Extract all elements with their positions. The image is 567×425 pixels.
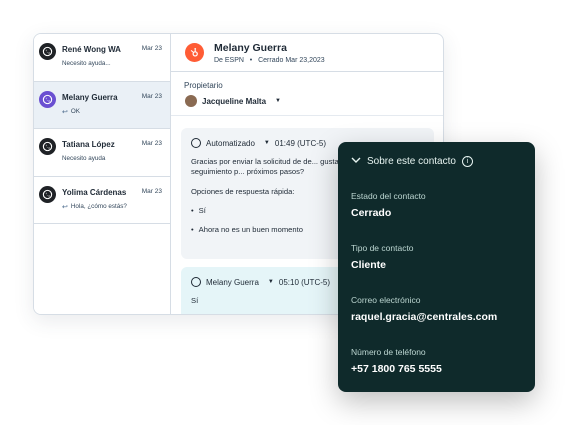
field-value: Cerrado xyxy=(351,207,392,219)
message-sender: Melany Guerra xyxy=(206,277,259,287)
contact-field: Estado del contacto Cerrado xyxy=(351,191,522,219)
chevron-down-icon[interactable]: ▼ xyxy=(264,140,270,146)
conversation-date: Mar 23 xyxy=(141,92,162,100)
message-sender: Automatizado xyxy=(206,138,255,148)
conversation-source: De ESPN xyxy=(214,57,244,64)
whatsapp-icon xyxy=(191,277,201,287)
chevron-down-icon[interactable]: ▼ xyxy=(268,279,274,285)
conversation-list: René Wong WA Mar 23 Necesito ayuda... Me… xyxy=(34,34,171,314)
conversation-date: Mar 23 xyxy=(141,187,162,195)
conversation-item-active[interactable]: Melany Guerra Mar 23 ↩ OK xyxy=(34,81,170,129)
conversation-header: Melany Guerra De ESPN • Cerrado Mar 23,2… xyxy=(171,34,443,72)
whatsapp-icon xyxy=(39,185,56,203)
field-label: Número de teléfono xyxy=(351,347,426,357)
contact-field: Correo electrónico raquel.gracia@central… xyxy=(351,295,522,323)
field-value: raquel.gracia@centrales.com xyxy=(351,311,498,323)
field-label: Estado del contacto xyxy=(351,191,426,201)
hubspot-logo-icon xyxy=(185,43,204,62)
chevron-down-icon: ▼ xyxy=(275,98,281,104)
owner-selector[interactable]: Jacqueline Malta ▼ xyxy=(185,95,281,107)
conversation-item[interactable]: René Wong WA Mar 23 Necesito ayuda... xyxy=(34,34,170,82)
reply-arrow-icon: ↩ xyxy=(62,108,68,116)
panel-title: Sobre este contacto xyxy=(367,156,456,167)
whatsapp-icon xyxy=(39,43,56,60)
conversation-item[interactable]: Yolima Cárdenas Mar 23 ↩ Hola, ¿cómo está… xyxy=(34,177,170,224)
avatar xyxy=(185,95,197,107)
chevron-down-icon xyxy=(351,156,361,167)
page-title: Melany Guerra xyxy=(214,42,287,54)
conversation-date: Mar 23 xyxy=(141,45,162,52)
contact-info-panel: Sobre este contacto i Estado del contact… xyxy=(338,142,535,392)
contact-field: Número de teléfono +57 1800 765 5555 xyxy=(351,347,522,375)
owner-name: Jacqueline Malta xyxy=(202,96,267,106)
info-icon[interactable]: i xyxy=(461,156,473,167)
panel-header[interactable]: Sobre este contacto i xyxy=(351,156,522,167)
field-value: +57 1800 765 5555 xyxy=(351,363,442,375)
message-time: 05:10 (UTC-5) xyxy=(278,277,330,287)
conversation-preview: Hola, ¿cómo estás? xyxy=(70,203,127,210)
contact-field: Tipo de contacto Cliente xyxy=(351,243,522,271)
conversation-preview: OK xyxy=(70,108,80,115)
field-label: Correo electrónico xyxy=(351,295,421,305)
reply-arrow-icon: ↩ xyxy=(62,203,68,211)
conversation-preview: Necesito ayuda xyxy=(62,155,106,162)
message-time: 01:49 (UTC-5) xyxy=(274,138,326,148)
conversation-date: Mar 23 xyxy=(141,140,162,147)
field-label: Tipo de contacto xyxy=(351,243,414,253)
field-value: Cliente xyxy=(351,259,387,271)
whatsapp-icon xyxy=(39,90,56,108)
whatsapp-icon xyxy=(39,138,56,155)
owner-label: Propietario xyxy=(184,81,223,90)
conversation-preview: Necesito ayuda... xyxy=(62,60,111,67)
conversation-meta: De ESPN • Cerrado Mar 23,2023 xyxy=(214,57,325,64)
conversation-item[interactable]: Tatiana López Mar 23 Necesito ayuda xyxy=(34,129,170,177)
meta-separator: • xyxy=(245,57,257,64)
whatsapp-icon xyxy=(191,138,201,148)
conversation-status: Cerrado Mar 23,2023 xyxy=(258,57,325,64)
owner-section: Propietario Jacqueline Malta ▼ xyxy=(171,72,443,116)
